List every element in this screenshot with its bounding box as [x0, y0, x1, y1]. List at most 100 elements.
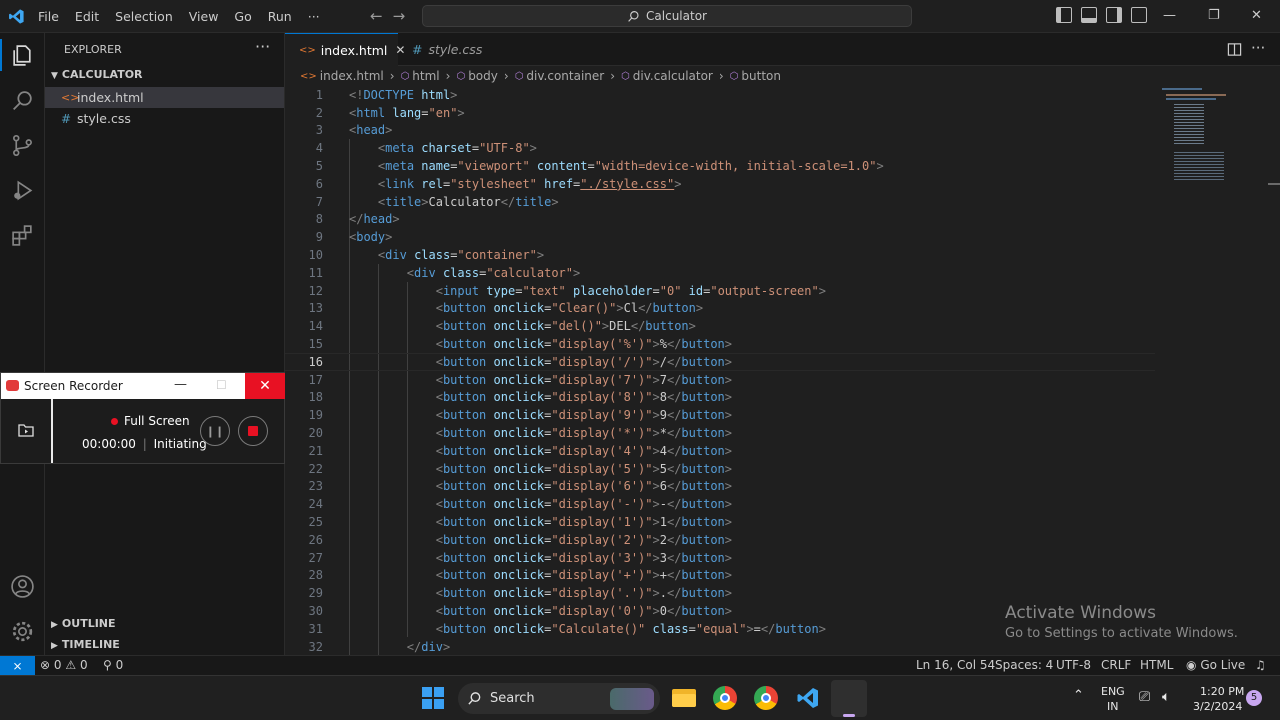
- chrome-icon[interactable]: [713, 686, 737, 710]
- indentation[interactable]: Spaces: 4: [995, 658, 1053, 672]
- code-line[interactable]: 11 <div class="calculator">: [285, 264, 1155, 282]
- folder-play-icon[interactable]: [18, 423, 34, 437]
- recorder-mode[interactable]: Full Screen: [124, 414, 190, 428]
- code-line[interactable]: 5 <meta name="viewport" content="width=d…: [285, 157, 1155, 175]
- language-indicator[interactable]: ENG: [1101, 685, 1125, 698]
- code-line[interactable]: 1 <!DOCTYPE html>: [285, 86, 1155, 104]
- go-live-button[interactable]: ◉ Go Live: [1186, 658, 1245, 672]
- file-explorer-icon[interactable]: [672, 686, 696, 710]
- network-icon[interactable]: ⎚: [1139, 689, 1150, 705]
- code-line[interactable]: 24 <button onclick="display('-')">-</but…: [285, 495, 1155, 513]
- taskbar-search-box[interactable]: Search: [458, 683, 660, 714]
- settings-gear-icon[interactable]: [10, 619, 35, 644]
- menu-item[interactable]: Go: [226, 9, 259, 24]
- file-index-html[interactable]: <> index.html: [45, 87, 284, 108]
- code-line[interactable]: 22 <button onclick="display('5')">5</but…: [285, 460, 1155, 478]
- explorer-icon[interactable]: [10, 43, 35, 68]
- code-line[interactable]: 8 </head>: [285, 211, 1155, 229]
- remote-indicator-icon[interactable]: ⨯: [0, 656, 35, 676]
- close-icon[interactable]: ✕: [245, 373, 285, 399]
- close-icon[interactable]: ✕: [1251, 8, 1262, 23]
- tab-style-css[interactable]: # style.css: [398, 33, 508, 66]
- screen-recorder-taskbar-icon[interactable]: [831, 680, 867, 717]
- search-icon[interactable]: [10, 88, 35, 113]
- split-editor-icon[interactable]: [1227, 42, 1242, 57]
- source-control-icon[interactable]: [10, 133, 35, 158]
- minimize-icon[interactable]: —: [1163, 8, 1176, 23]
- code-line[interactable]: 23 <button onclick="display('6')">6</but…: [285, 478, 1155, 496]
- code-line[interactable]: 9 <body>: [285, 228, 1155, 246]
- chrome-profile-icon[interactable]: [754, 686, 778, 710]
- code-line[interactable]: 14 <button onclick="del()">DEL</button>: [285, 317, 1155, 335]
- encoding[interactable]: UTF-8: [1056, 658, 1091, 672]
- folder-calculator[interactable]: ▼ CALCULATOR: [51, 68, 143, 81]
- code-line[interactable]: 6 <link rel="stylesheet" href="./style.c…: [285, 175, 1155, 193]
- code-line[interactable]: 3 <head>: [285, 122, 1155, 140]
- code-line[interactable]: 4 <meta charset="UTF-8">: [285, 139, 1155, 157]
- code-line[interactable]: 13 <button onclick="Clear()">Cl</button>: [285, 300, 1155, 318]
- code-line[interactable]: 25 <button onclick="display('1')">1</but…: [285, 513, 1155, 531]
- toggle-panel-icon[interactable]: [1081, 7, 1097, 23]
- code-line[interactable]: 10 <div class="container">: [285, 246, 1155, 264]
- code-line[interactable]: 15 <button onclick="display('%')">%</but…: [285, 335, 1155, 353]
- menu-item[interactable]: File: [30, 9, 67, 24]
- editor-scrollbar[interactable]: [1268, 86, 1280, 655]
- minimize-icon[interactable]: —: [174, 377, 187, 392]
- tab-index-html[interactable]: <> index.html ✕: [285, 33, 405, 66]
- forward-arrow-icon[interactable]: →: [393, 7, 406, 25]
- breadcrumb-item[interactable]: div.container: [526, 69, 604, 83]
- cursor-position[interactable]: Ln 16, Col 54: [916, 658, 995, 672]
- menu-item[interactable]: Selection: [107, 9, 181, 24]
- code-line[interactable]: 19 <button onclick="display('9')">9</but…: [285, 406, 1155, 424]
- code-line[interactable]: 29 <button onclick="display('.')">.</but…: [285, 584, 1155, 602]
- file-style-css[interactable]: # style.css: [45, 108, 284, 129]
- back-arrow-icon[interactable]: ←: [370, 7, 383, 25]
- chevron-up-icon[interactable]: ⌃: [1073, 688, 1084, 703]
- code-line[interactable]: 20 <button onclick="display('*')">*</but…: [285, 424, 1155, 442]
- end-of-line[interactable]: CRLF: [1101, 658, 1131, 672]
- code-line[interactable]: 21 <button onclick="display('4')">4</but…: [285, 442, 1155, 460]
- customize-layout-icon[interactable]: [1131, 7, 1147, 23]
- problems-indicator[interactable]: ⊗ 0 ⚠ 0: [40, 658, 88, 672]
- timeline-section[interactable]: ▶ TIMELINE: [51, 638, 120, 651]
- language-mode[interactable]: HTML: [1140, 658, 1173, 672]
- code-line[interactable]: 17 <button onclick="display('7')">7</but…: [285, 371, 1155, 389]
- accounts-icon[interactable]: [10, 574, 35, 599]
- code-editor[interactable]: 1 <!DOCTYPE html> 2 <html lang="en"> 3 <head>…: [285, 86, 1155, 655]
- breadcrumb-item[interactable]: html: [412, 69, 439, 83]
- vscode-taskbar-icon[interactable]: [796, 686, 820, 710]
- windows-start-icon[interactable]: [422, 687, 444, 709]
- volume-muted-icon[interactable]: 🔈︎: [1162, 689, 1170, 705]
- pause-button[interactable]: ❙❙: [200, 416, 230, 446]
- menu-item[interactable]: ···: [300, 9, 328, 24]
- clock-time[interactable]: 1:20 PM: [1200, 685, 1244, 698]
- outline-section[interactable]: ▶ OUTLINE: [51, 617, 116, 630]
- menu-item[interactable]: View: [181, 9, 227, 24]
- vscode-logo-icon[interactable]: [8, 8, 25, 25]
- toggle-secondary-sidebar-icon[interactable]: [1106, 7, 1122, 23]
- code-line[interactable]: 12 <input type="text" placeholder="0" id…: [285, 282, 1155, 300]
- code-line[interactable]: 26 <button onclick="display('2')">2</but…: [285, 531, 1155, 549]
- ports-indicator[interactable]: ⚲ 0: [103, 658, 123, 672]
- breadcrumb-item[interactable]: button: [741, 69, 781, 83]
- editor-more-icon[interactable]: ···: [1251, 39, 1265, 57]
- minimap[interactable]: [1160, 86, 1270, 655]
- code-line[interactable]: 18 <button onclick="display('8')">8</but…: [285, 389, 1155, 407]
- code-line[interactable]: 27 <button onclick="display('3')">3</but…: [285, 549, 1155, 567]
- notifications-bell-icon[interactable]: ♫: [1255, 658, 1266, 672]
- menu-item[interactable]: Run: [260, 9, 300, 24]
- clock-date[interactable]: 3/2/2024: [1193, 700, 1242, 713]
- code-line[interactable]: 28 <button onclick="display('+')">+</but…: [285, 567, 1155, 585]
- code-line[interactable]: 7 <title>Calculator</title>: [285, 193, 1155, 211]
- extensions-icon[interactable]: [10, 223, 35, 248]
- menu-item[interactable]: Edit: [67, 9, 107, 24]
- code-line[interactable]: 2 <html lang="en">: [285, 104, 1155, 122]
- command-center[interactable]: Calculator: [422, 5, 912, 27]
- breadcrumb-item[interactable]: div.calculator: [633, 69, 713, 83]
- code-line[interactable]: 16 <button onclick="display('/')">/</but…: [285, 353, 1155, 371]
- breadcrumb-item[interactable]: index.html: [320, 69, 384, 83]
- more-actions-icon[interactable]: ···: [255, 37, 270, 56]
- run-debug-icon[interactable]: [10, 178, 35, 203]
- restore-icon[interactable]: ❐: [1208, 8, 1220, 23]
- breadcrumb-item[interactable]: body: [468, 69, 498, 83]
